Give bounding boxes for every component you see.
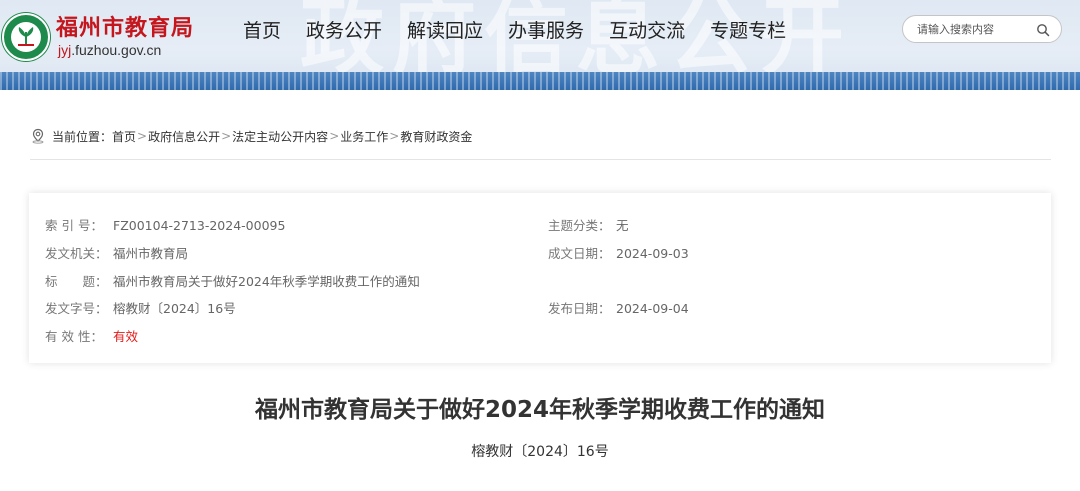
- info-validity-value: 有效: [113, 329, 139, 344]
- nav-item-services[interactable]: 办事服务: [508, 16, 584, 46]
- main-nav: 首页 政务公开 解读回应 办事服务 互动交流 专题专栏: [243, 16, 811, 46]
- info-doc-number-label: 发文字号：: [45, 301, 108, 316]
- info-issuer-label: 发文机关：: [45, 246, 108, 261]
- info-issuer-value: 福州市教育局: [113, 246, 189, 261]
- breadcrumb-item-home[interactable]: 首页: [112, 128, 136, 145]
- education-bureau-emblem-icon[interactable]: [2, 13, 50, 61]
- nav-item-interaction[interactable]: 互动交流: [609, 16, 685, 46]
- domain-rest: .fuzhou.gov.cn: [71, 42, 162, 58]
- breadcrumb-item-gov-info[interactable]: 政府信息公开: [148, 128, 220, 145]
- info-title-value: 福州市教育局关于做好2024年秋季学期收费工作的通知: [113, 274, 420, 289]
- info-index: 索 引 号： FZ00104-2713-2024-00095: [45, 215, 285, 234]
- breadcrumb-separator: >: [389, 129, 400, 143]
- info-written-date-value: 2024-09-03: [616, 246, 689, 261]
- info-published-date-value: 2024-09-04: [616, 301, 689, 316]
- breadcrumb-prefix: 当前位置：: [52, 129, 113, 144]
- breadcrumb-item-statutory[interactable]: 法定主动公开内容: [232, 128, 328, 145]
- breadcrumb-item-business[interactable]: 业务工作: [340, 128, 388, 145]
- info-title-label: 标 题：: [45, 274, 108, 289]
- nav-item-home[interactable]: 首页: [243, 16, 281, 46]
- nav-item-special-topics[interactable]: 专题专栏: [710, 16, 786, 46]
- info-topic-label: 主题分类：: [548, 218, 611, 233]
- search-box: [902, 15, 1062, 43]
- domain-highlight: jyj: [58, 42, 72, 58]
- search-input[interactable]: [917, 20, 1027, 38]
- site-header: 政府信息公开 福州市教育局 jyj.fuzhou.gov.cn 首页 政务公开 …: [0, 0, 1080, 90]
- location-icon: [32, 128, 44, 144]
- info-title: 标 题： 福州市教育局关于做好2024年秋季学期收费工作的通知: [45, 271, 420, 290]
- document-info-card: 索 引 号： FZ00104-2713-2024-00095 主题分类： 无 发文机…: [29, 193, 1051, 363]
- info-written-date: 成文日期： 2024-09-03: [548, 243, 689, 262]
- info-topic: 主题分类： 无: [548, 215, 629, 234]
- info-published-date-label: 发布日期：: [548, 301, 611, 316]
- info-issuer: 发文机关： 福州市教育局: [45, 243, 188, 262]
- breadcrumb-separator: >: [329, 129, 340, 143]
- info-doc-number-value: 榕教财〔2024〕16号: [113, 301, 236, 316]
- info-written-date-label: 成文日期：: [548, 246, 611, 261]
- article-title: 福州市教育局关于做好2024年秋季学期收费工作的通知: [254, 397, 825, 423]
- nav-item-gov-affairs[interactable]: 政务公开: [306, 16, 382, 46]
- info-index-value: FZ00104-2713-2024-00095: [113, 218, 286, 233]
- info-validity-label: 有 效 性：: [45, 329, 103, 344]
- breadcrumb-separator: >: [137, 129, 148, 143]
- info-published-date: 发布日期： 2024-09-04: [548, 298, 689, 317]
- nav-item-interpretation[interactable]: 解读回应: [407, 16, 483, 46]
- info-index-label: 索 引 号：: [45, 218, 103, 233]
- breadcrumb: 当前位置： 首页 > 政府信息公开 > 法定主动公开内容 > 业务工作 > 教育…: [30, 126, 472, 146]
- search-icon[interactable]: [1036, 23, 1050, 37]
- breadcrumb-divider: [30, 159, 1051, 160]
- info-doc-number: 发文字号： 榕教财〔2024〕16号: [45, 298, 236, 317]
- breadcrumb-separator: >: [221, 129, 232, 143]
- breadcrumb-item-finance[interactable]: 教育财政资金: [400, 128, 472, 145]
- article-doc-number: 榕教财〔2024〕16号: [471, 444, 609, 460]
- header-stripe: [0, 72, 1080, 90]
- site-domain: jyj.fuzhou.gov.cn: [58, 42, 161, 58]
- info-topic-value: 无: [616, 218, 629, 233]
- info-validity: 有 效 性： 有效: [45, 326, 138, 345]
- site-title[interactable]: 福州市教育局: [56, 10, 194, 42]
